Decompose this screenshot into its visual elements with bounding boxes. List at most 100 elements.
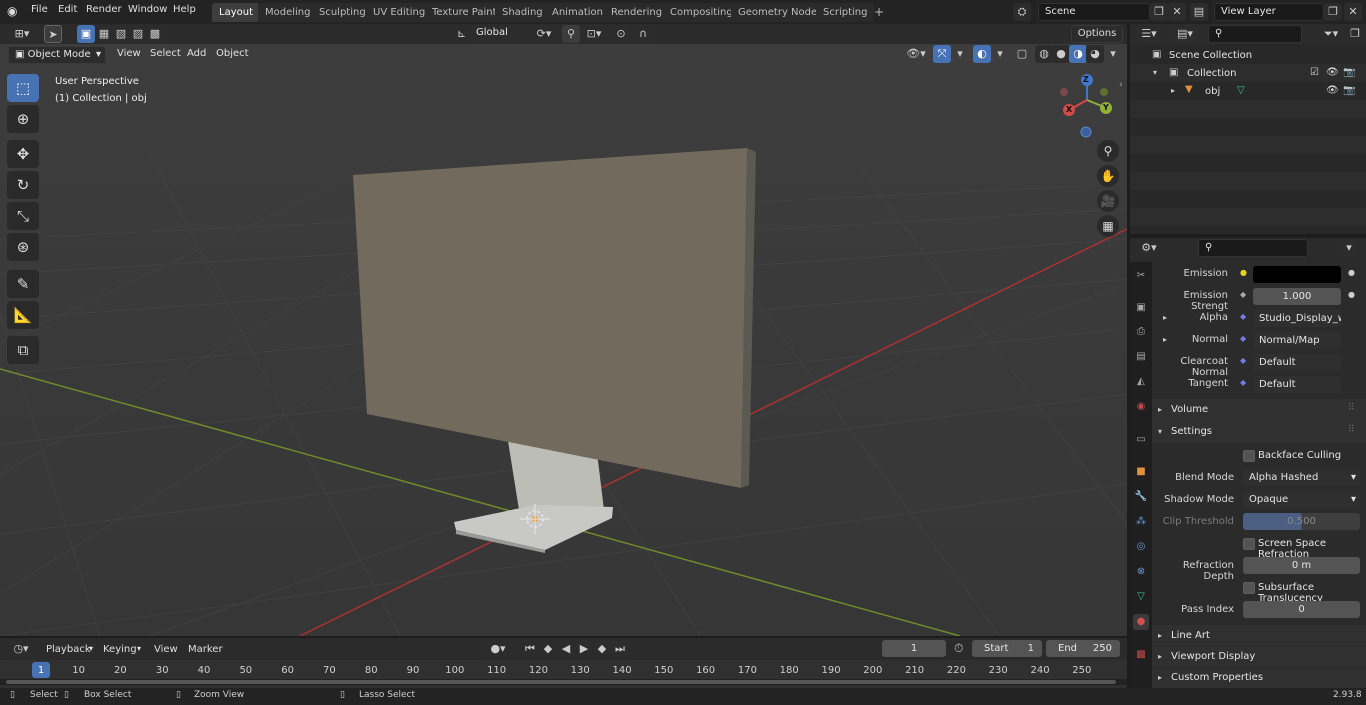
select-invert-icon[interactable]: ▨ [129,25,147,43]
gizmo-toggle-icon[interactable]: ⤧ [933,45,951,63]
viewport-menu-select[interactable]: Select [150,48,181,59]
rotate-tool-icon[interactable]: ↻ [7,171,39,199]
keyframe-dot-icon[interactable]: ● [1348,290,1355,299]
scale-tool-icon[interactable]: ⤡ [7,202,39,230]
jump-end-icon[interactable]: ⏭ [611,640,629,658]
current-frame-field[interactable]: 1 [882,640,946,657]
options-dropdown[interactable]: Options [1071,25,1123,43]
auto-keying-icon[interactable]: ●▾ [481,640,515,658]
drag-handle-icon[interactable]: ⠿ [1348,403,1355,413]
end-frame-field[interactable]: End 250 [1046,640,1120,657]
tab-layout[interactable]: Layout [212,3,260,22]
line-art-panel-header[interactable]: ▸ Line Art [1152,625,1366,646]
drag-handle-icon[interactable]: ⠿ [1348,425,1355,435]
clearcoat-normal-field[interactable]: Default [1253,354,1341,371]
falloff-icon[interactable]: ∩ [631,25,655,43]
snap-target-icon[interactable]: ⊡▾ [581,25,607,43]
constraints-tab-icon[interactable]: ⊗ [1133,564,1149,580]
alpha-field[interactable]: Studio_Display_with... [1253,310,1341,327]
viewport-menu-object[interactable]: Object [216,48,249,59]
keyframe-dot-icon[interactable]: ● [1348,268,1355,277]
delete-view-layer-icon[interactable]: ✕ [1344,3,1362,21]
expand-arrow-icon[interactable]: ▾ [1153,68,1157,77]
menu-edit[interactable]: Edit [58,4,77,15]
pan-hand-icon[interactable]: ✋ [1097,165,1119,187]
outliner-row-obj[interactable]: ▸ ▼ obj ▽ 👁 📷 [1130,82,1366,100]
expand-arrow-icon[interactable]: ▸ [1171,86,1175,95]
add-cube-tool-icon[interactable]: ⧉ [7,336,39,364]
world-tab-icon[interactable]: ◉ [1133,399,1149,415]
display-mode-icon[interactable]: ▤▾ [1172,25,1198,43]
jump-keyframe-forward-icon[interactable]: ◆ [593,640,611,658]
timeline-menu-marker[interactable]: Marker [188,644,223,655]
properties-editor-type-icon[interactable]: ⚙▾ [1136,239,1162,257]
tab-modeling[interactable]: Modeling [258,3,318,22]
emission-strength-field[interactable]: 1.000 [1253,288,1341,305]
camera-view-icon[interactable]: 🎥 [1097,190,1119,212]
xray-icon[interactable]: ▢ [1013,45,1031,63]
timeline-editor-type-icon[interactable]: ◷▾ [8,640,34,658]
3d-viewport[interactable]: Z Y X User Perspective (1) Collection | … [0,44,1127,636]
add-workspace-button[interactable]: + [867,3,891,22]
move-tool-icon[interactable]: ✥ [7,140,39,168]
exclude-checkbox-icon[interactable]: ☑ [1310,67,1319,78]
tab-rendering[interactable]: Rendering [604,3,670,22]
rendered-shading-icon[interactable]: ◕ [1086,45,1104,63]
outliner-editor-type-icon[interactable]: ☰▾ [1136,25,1162,43]
tab-compositing[interactable]: Compositing [663,3,740,22]
particles-tab-icon[interactable]: ⁂ [1133,514,1149,530]
annotate-tool-icon[interactable]: ✎ [7,270,39,298]
scene-name-field[interactable]: Scene [1038,3,1150,21]
outliner-row-collection[interactable]: ▾ ▣ Collection ☑ 👁 📷 [1130,64,1366,82]
scene-icon[interactable]: ⛭ [1013,3,1031,21]
select-new-icon[interactable]: ▣ [77,25,95,43]
select-box-tool-icon[interactable]: ⬚ [7,74,39,102]
transform-orientation-dropdown[interactable]: Global [470,25,524,43]
select-tool-icon[interactable]: ➤ [44,25,62,43]
solid-shading-icon[interactable]: ● [1052,45,1070,63]
visibility-eye-icon[interactable]: 👁 [1326,85,1339,96]
material-tab-icon[interactable]: ● [1133,614,1149,630]
subsurface-translucency-checkbox[interactable] [1243,582,1255,594]
mesh-data-icon[interactable]: ▽ [1237,85,1245,96]
editor-type-icon[interactable]: ⊞▾ [8,25,36,43]
tab-animation[interactable]: Animation [545,3,610,22]
custom-properties-panel-header[interactable]: ▸ Custom Properties [1152,668,1366,688]
timeline-menu-view[interactable]: View [154,644,178,655]
visibility-eye-icon[interactable]: 👁 [1326,67,1339,78]
view-layer-field[interactable]: View Layer [1214,3,1324,21]
collection-tab-icon[interactable]: ▭ [1133,432,1149,448]
tab-scripting[interactable]: Scripting [816,3,875,22]
play-reverse-icon[interactable]: ◀ [557,640,575,658]
outliner-row-scene-collection[interactable]: ▣ Scene Collection [1130,46,1366,64]
pivot-point-icon[interactable]: ⟳▾ [531,25,557,43]
viewport-menu-view[interactable]: View [117,48,141,59]
blend-mode-dropdown[interactable]: Alpha Hashed ▾ [1243,469,1360,486]
wireframe-shading-icon[interactable]: ◍ [1035,45,1053,63]
overlay-dropdown-icon[interactable]: ▾ [991,45,1009,63]
jump-keyframe-back-icon[interactable]: ◆ [539,640,557,658]
select-subtract-icon[interactable]: ▧ [112,25,130,43]
timeline-menu-playback[interactable]: Playback [46,644,91,655]
ortho-grid-icon[interactable]: ▦ [1097,215,1119,237]
refraction-depth-field[interactable]: 0 m [1243,557,1360,574]
overlay-toggle-icon[interactable]: ◐ [973,45,991,63]
cursor-tool-icon[interactable]: ⊕ [7,105,39,133]
tab-uv-editing[interactable]: UV Editing [366,3,433,22]
visibility-filter-icon[interactable]: 👁▾ [903,45,929,63]
new-collection-icon[interactable]: ❐ [1346,25,1364,43]
blender-logo-icon[interactable]: ◉ [7,4,17,18]
settings-panel-header[interactable]: ▾ Settings ⠿ [1152,421,1366,443]
object-tab-icon[interactable]: ■ [1133,464,1149,480]
properties-options-icon[interactable]: ▾ [1340,239,1358,257]
menu-window[interactable]: Window [128,4,167,15]
select-extend-icon[interactable]: ▦ [95,25,113,43]
viewport-display-panel-header[interactable]: ▸ Viewport Display [1152,647,1366,667]
viewport-menu-add[interactable]: Add [187,48,206,59]
stopwatch-icon[interactable]: ⏱ [954,641,963,656]
new-scene-icon[interactable]: ❐ [1150,3,1168,21]
screen-space-refraction-checkbox[interactable] [1243,538,1255,550]
tab-texture-paint[interactable]: Texture Paint [425,3,504,22]
render-camera-icon[interactable]: 📷 [1343,67,1355,78]
select-intersect-icon[interactable]: ▩ [146,25,164,43]
